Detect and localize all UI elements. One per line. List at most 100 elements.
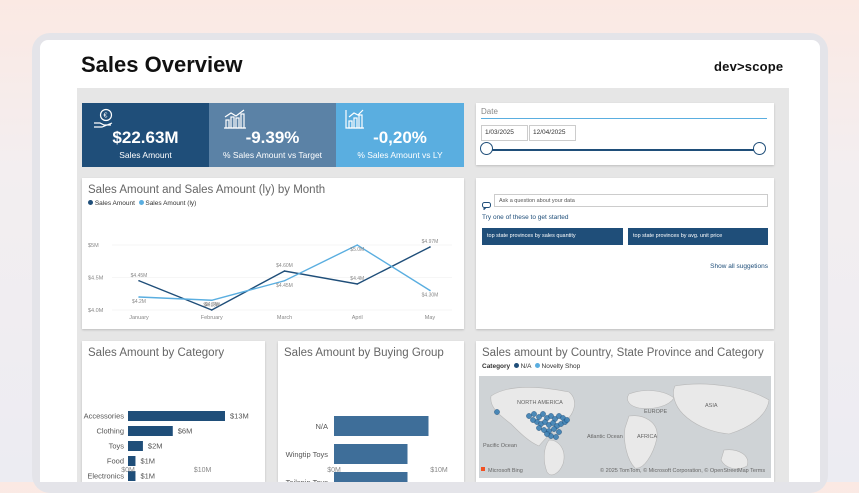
- end-date-input[interactable]: 12/04/2025: [529, 125, 576, 141]
- map-bubble: [526, 413, 532, 419]
- series-line: [138, 244, 431, 301]
- kpi-vs-target[interactable]: -9.39% % Sales Amount vs Target: [209, 103, 336, 167]
- map-bubble: [540, 411, 546, 417]
- value-label: $2M: [148, 442, 163, 451]
- buying-group-bar-plot[interactable]: N/A Wingtip Toys Tailspin Toys $0M $10M: [278, 341, 464, 482]
- value-label: $13M: [230, 412, 249, 421]
- x-tick-label: $10M: [194, 467, 212, 474]
- x-tick-label: February: [201, 315, 223, 321]
- report-page: Sales Overview dev>scope € $22.63M Sales…: [40, 40, 820, 482]
- kpi-value: -9.39%: [245, 128, 300, 147]
- category-label: Accessories: [84, 412, 125, 421]
- kpi-value: -0,20%: [373, 128, 427, 147]
- kpi-vs-last-year[interactable]: -0,20% % Sales Amount vs LY: [336, 103, 464, 167]
- data-point: [138, 279, 140, 282]
- map-bubble: [544, 431, 550, 437]
- data-label: $4.97M: [422, 239, 439, 245]
- qa-input[interactable]: Ask a question about your data: [494, 194, 768, 207]
- map-attribution: Microsoft Bing: [488, 468, 523, 474]
- x-tick-label: May: [425, 315, 436, 321]
- divider: [481, 118, 767, 119]
- map-bubble: [551, 426, 557, 432]
- map-legend: Category N/A Novelty Shop: [482, 363, 580, 370]
- map-bubble: [556, 429, 562, 435]
- x-tick-label: April: [352, 315, 363, 321]
- data-point: [356, 244, 359, 246]
- suggestion-button[interactable]: top state provinces by sales quantity: [482, 228, 623, 245]
- series-line: [138, 246, 431, 311]
- world-map[interactable]: NORTH AMERICA EUROPE ASIA AFRICA Pacific…: [479, 376, 771, 478]
- value-label: $1M: [140, 457, 155, 466]
- kpi-sales-amount[interactable]: € $22.63M Sales Amount: [82, 103, 209, 167]
- x-tick-label: March: [277, 315, 292, 321]
- map-bubble: [494, 409, 500, 415]
- data-label: $4.60M: [276, 263, 293, 269]
- category-label: Food: [107, 457, 124, 466]
- category-bar: [128, 456, 136, 466]
- category-label: Clothing: [96, 427, 124, 436]
- kpi-label: % Sales Amount vs Target: [222, 150, 323, 160]
- data-label: $4.45M: [131, 273, 148, 279]
- category-bar: [128, 441, 143, 451]
- kpi-label: % Sales Amount vs LY: [357, 150, 443, 160]
- legend-item: Novelty Shop: [541, 363, 581, 370]
- map-bubble: [530, 417, 536, 423]
- category-label: Toys: [109, 442, 125, 451]
- data-point: [356, 283, 359, 285]
- category-label: Wingtip Toys: [286, 450, 329, 459]
- x-tick-label: $0M: [121, 467, 135, 474]
- page-title: Sales Overview: [81, 52, 243, 77]
- y-tick-label: $4.5M: [88, 276, 104, 282]
- legend-title: Category: [482, 363, 511, 370]
- group-bar: [334, 416, 429, 436]
- value-label: $1M: [140, 472, 155, 481]
- data-label: $4.4M: [350, 276, 364, 282]
- y-tick-label: $5M: [88, 243, 99, 249]
- legend-dot: [534, 363, 540, 368]
- map-label: Pacific Ocean: [483, 443, 517, 449]
- qa-hint: Try one of these to get started: [482, 214, 569, 221]
- data-label: $5.0M: [350, 247, 364, 253]
- brand-logo: dev>scope: [714, 59, 784, 74]
- chart-title: Sales amount by Country, State Province …: [482, 347, 764, 359]
- category-bar-plot[interactable]: Accessories $13M Clothing $6M Toys $2M Food $1M…: [82, 341, 265, 482]
- map-copyright: © 2025 TomTom, © Microsoft Corporation, …: [600, 467, 765, 474]
- map-bubble: [536, 425, 542, 431]
- category-label: Electronics: [87, 472, 124, 481]
- kpi-label: Sales Amount: [119, 150, 172, 160]
- category-label: Tailspin Toys: [286, 478, 329, 482]
- category-label: N/A: [315, 422, 328, 431]
- date-range-track[interactable]: [488, 149, 760, 151]
- x-tick-label: January: [129, 315, 149, 321]
- kpi-value: $22.63M: [112, 128, 179, 147]
- data-point: [429, 289, 431, 292]
- map-label: EUROPE: [644, 409, 668, 415]
- category-bar: [128, 426, 173, 436]
- suggestion-button[interactable]: top state provinces by avg. unit price: [628, 228, 768, 245]
- data-label: $4.15M: [203, 302, 220, 308]
- legend-dot: [513, 363, 519, 368]
- date-slicer[interactable]: Date 1/03/2025 12/04/2025: [476, 103, 774, 165]
- data-label: $4.2M: [132, 299, 146, 305]
- data-label: $4.30M: [422, 293, 439, 299]
- data-point: [283, 279, 286, 282]
- legend-item: N/A: [520, 363, 532, 370]
- show-all-link[interactable]: Show all suggetions: [710, 263, 768, 270]
- map-bubble: [531, 411, 537, 417]
- x-tick-label: $0M: [327, 467, 341, 474]
- map-bubble: [553, 434, 559, 440]
- start-date-input[interactable]: 1/03/2025: [481, 125, 528, 141]
- data-point: [138, 296, 140, 298]
- range-start-handle[interactable]: [480, 142, 493, 155]
- range-end-handle[interactable]: [753, 142, 766, 155]
- map-card: Sales amount by Country, State Province …: [476, 341, 774, 482]
- qa-card: Ask a question about your data Try one o…: [476, 178, 774, 329]
- date-slicer-title: Date: [481, 107, 498, 116]
- data-point: [210, 309, 213, 311]
- map-label: Atlantic Ocean: [587, 434, 623, 440]
- map-bubble: [564, 417, 570, 423]
- line-chart-plot[interactable]: $5M $4.5M $4.0M January February March April Ma…: [82, 178, 464, 329]
- value-label: $6M: [178, 427, 193, 436]
- group-bar: [334, 472, 408, 482]
- x-tick-label: $10M: [430, 467, 448, 474]
